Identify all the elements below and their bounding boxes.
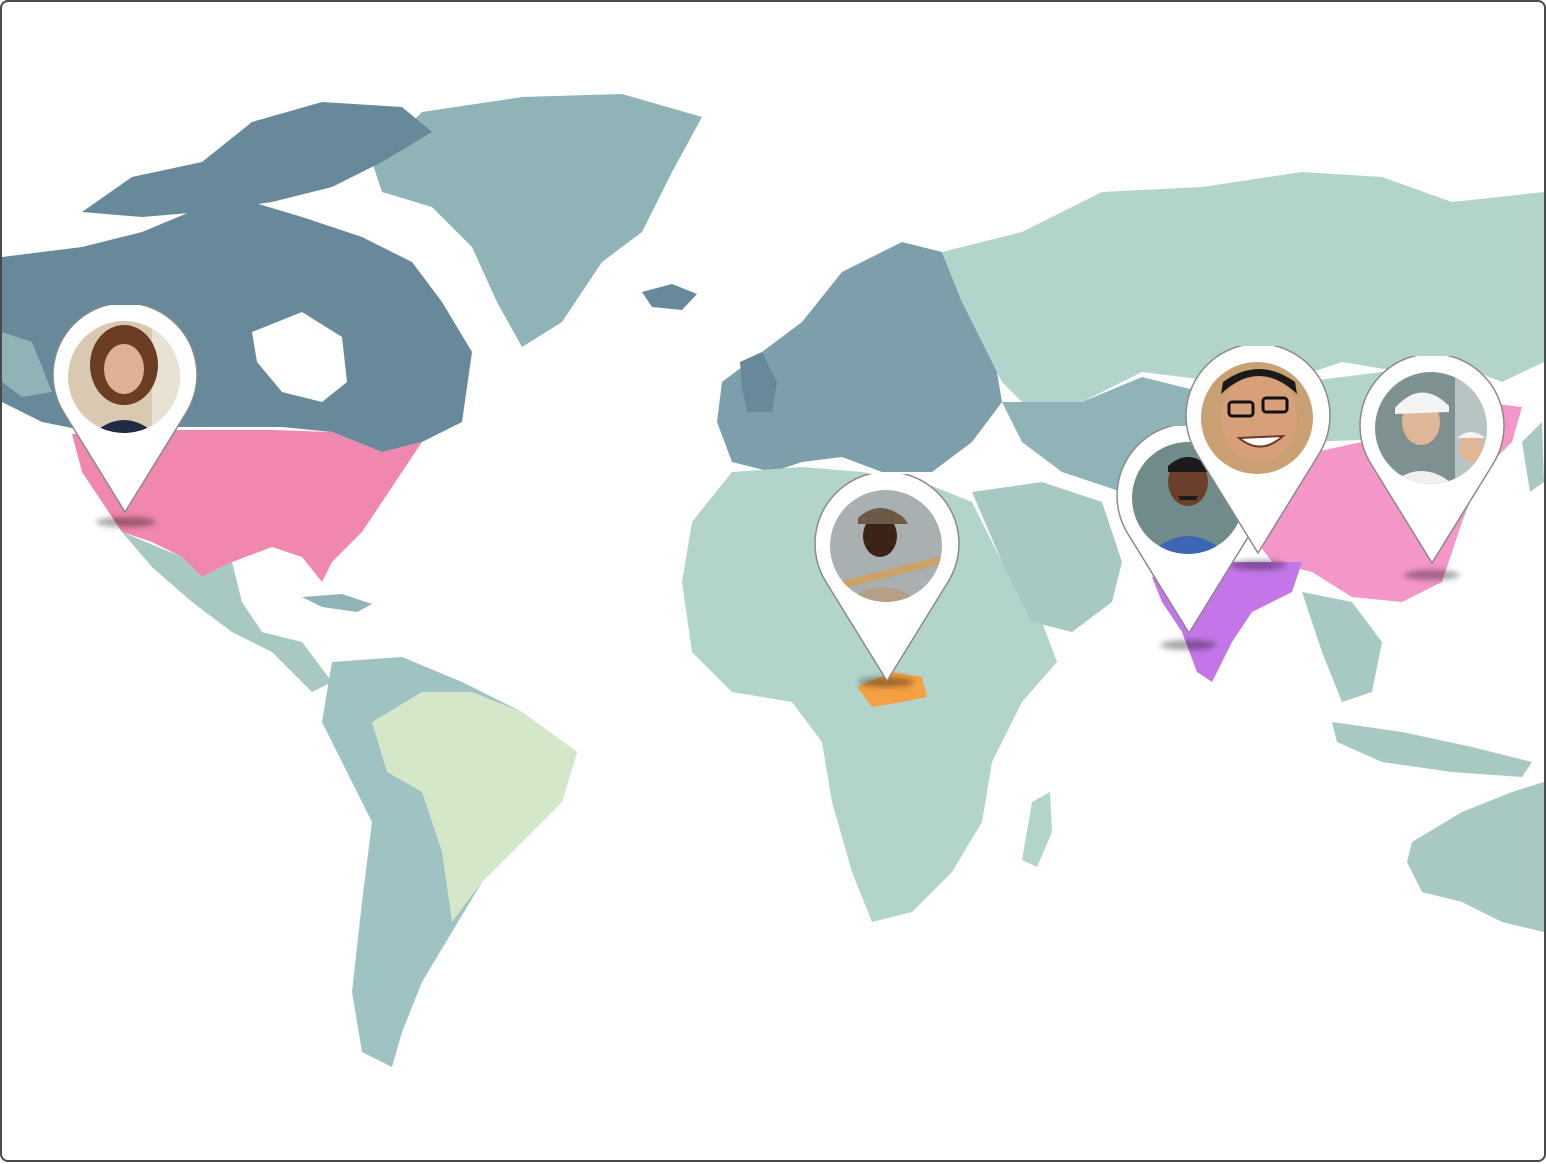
pin-china-1[interactable] — [1185, 343, 1331, 556]
iceland-region — [642, 284, 697, 310]
indonesia-region — [1332, 722, 1532, 777]
madagascar-region — [1022, 792, 1052, 867]
pin-central-africa[interactable] — [814, 471, 960, 684]
japan-region — [1522, 422, 1544, 492]
pin-shadow-india — [1160, 640, 1216, 650]
pin-china-2[interactable] — [1359, 353, 1505, 566]
pin-shadow-usa — [96, 517, 156, 527]
pin-shadow-china-2 — [1404, 570, 1460, 580]
se-asia-region — [1302, 592, 1382, 702]
world-map — [2, 94, 1544, 1067]
map-frame — [0, 0, 1546, 1162]
arctic-islands-region — [82, 102, 432, 217]
pin-usa[interactable] — [52, 302, 198, 515]
caribbean-region — [302, 594, 372, 612]
australia-region — [1407, 782, 1544, 932]
